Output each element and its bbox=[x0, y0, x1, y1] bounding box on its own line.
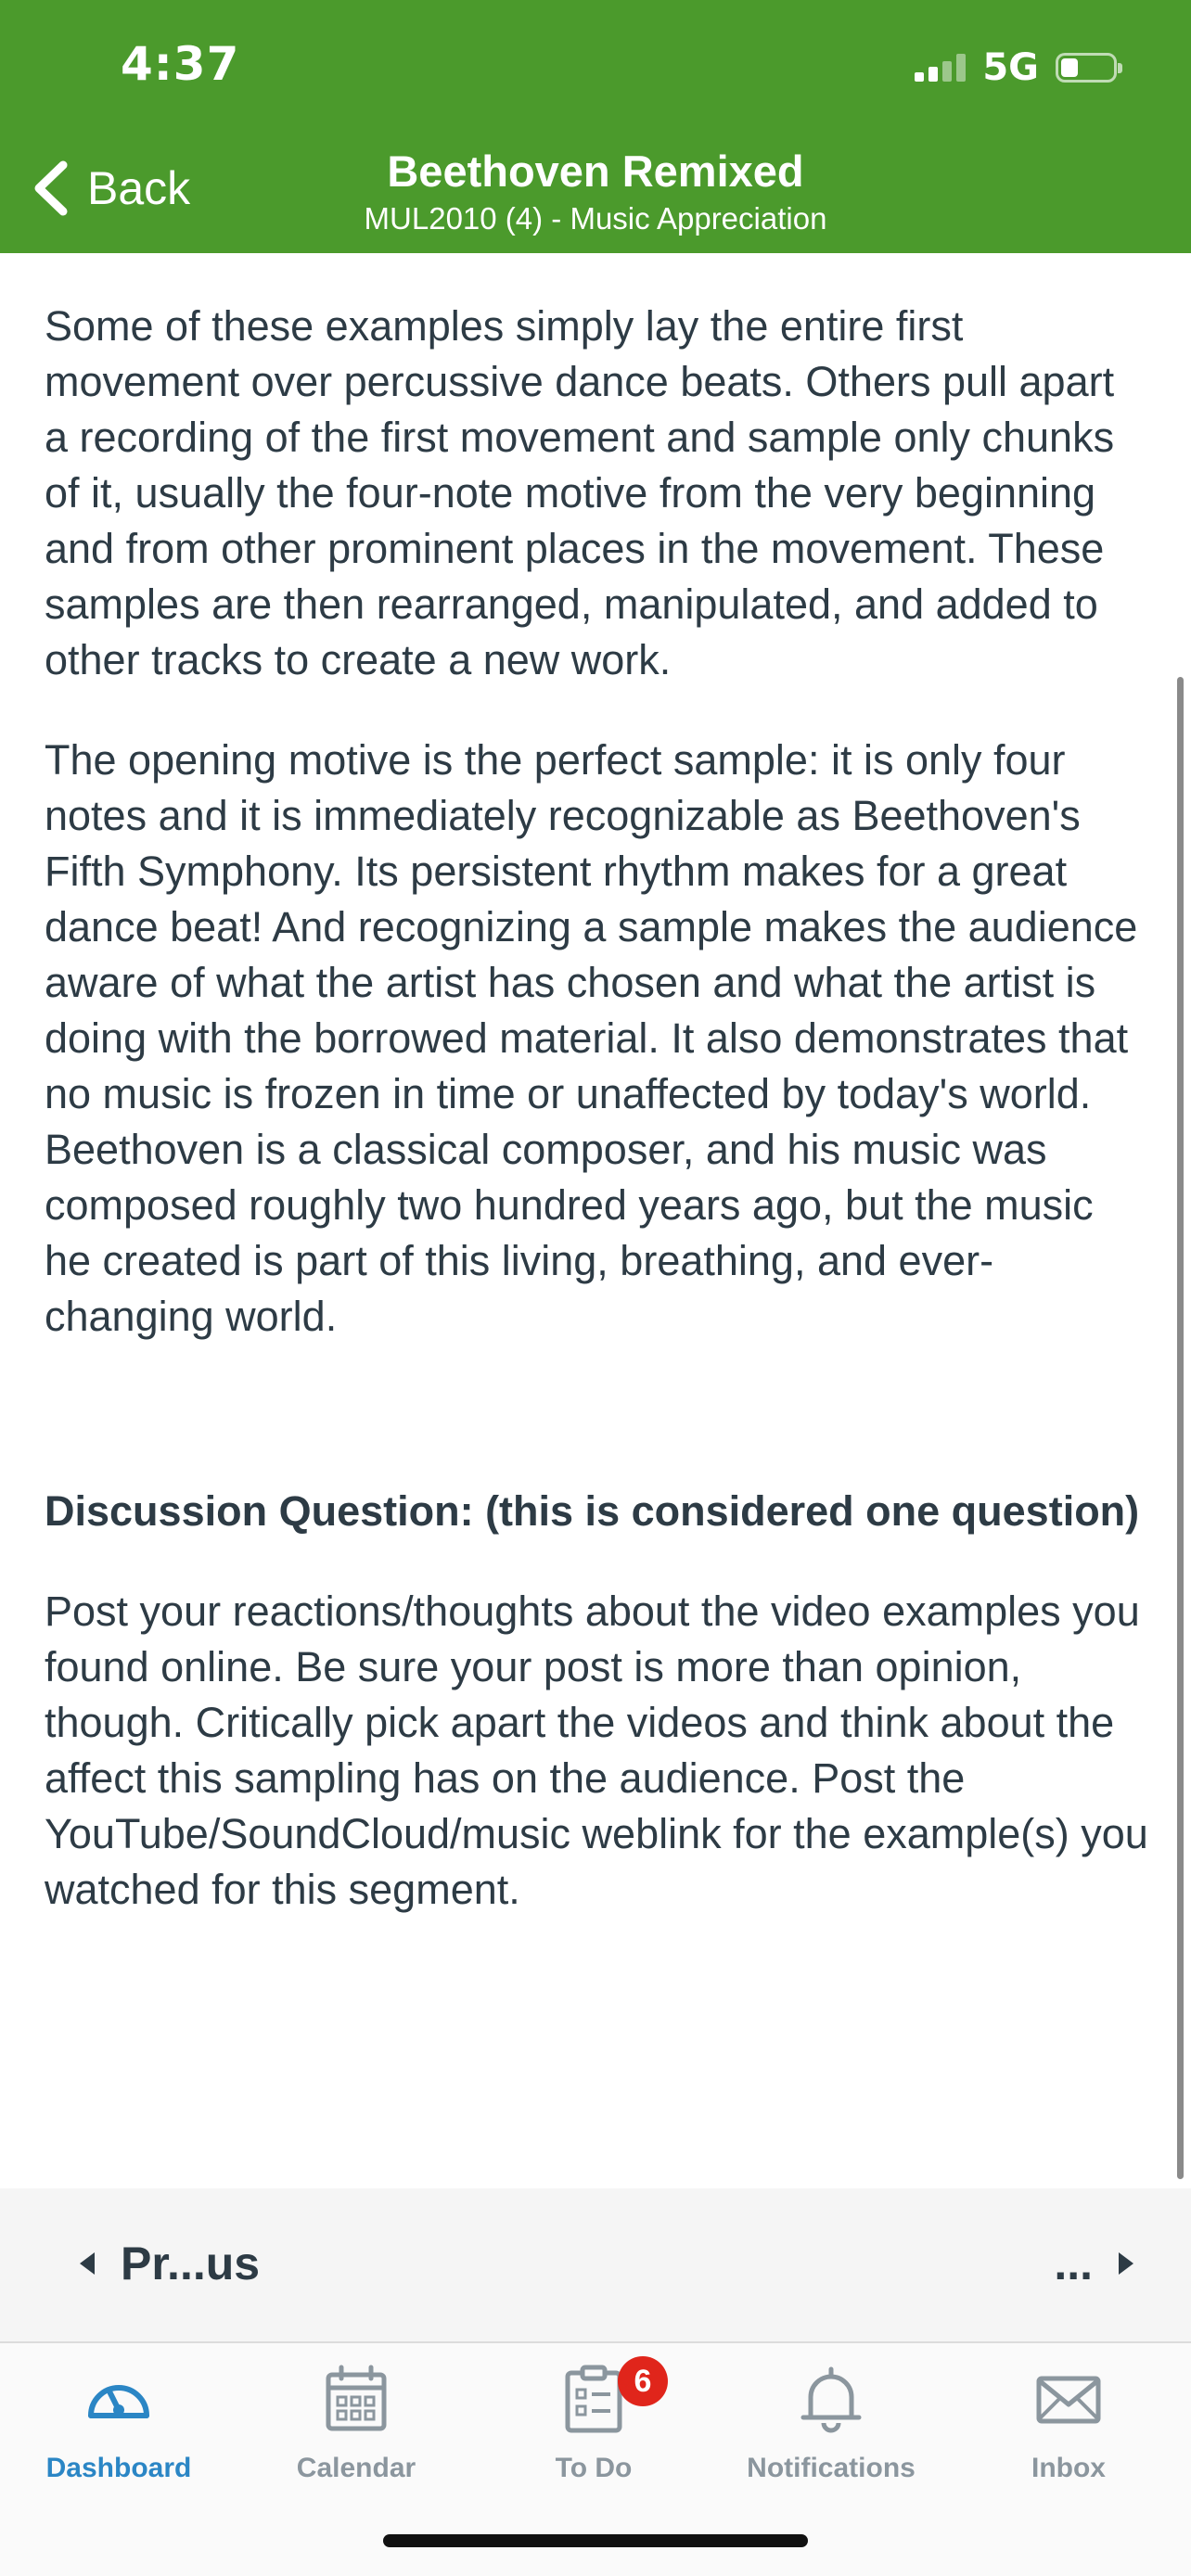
chevron-left-icon bbox=[34, 160, 68, 216]
next-label: ... bbox=[1054, 2238, 1093, 2289]
app-header: 4:37 5G Back Beethoven Remixed MUL2010 (… bbox=[0, 0, 1191, 253]
previous-button[interactable]: Pr...us bbox=[78, 2237, 260, 2290]
todo-badge: 6 bbox=[618, 2356, 668, 2406]
page-subtitle: MUL2010 (4) - Music Appreciation bbox=[364, 201, 827, 236]
status-time: 4:37 bbox=[121, 37, 240, 91]
content-paragraph: Some of these examples simply lay the en… bbox=[45, 302, 1115, 683]
battery-icon bbox=[1056, 53, 1122, 83]
network-type: 5G bbox=[982, 46, 1039, 89]
dashboard-icon bbox=[88, 2385, 149, 2418]
tab-label: To Do bbox=[555, 2453, 633, 2483]
caret-left-icon bbox=[80, 2252, 95, 2275]
module-pager: Pr...us ... bbox=[0, 2188, 1191, 2343]
tab-calendar[interactable]: Calendar bbox=[237, 2362, 475, 2484]
discussion-heading: Discussion Question: (this is considered… bbox=[45, 1487, 1140, 1535]
calendar-icon bbox=[326, 2365, 387, 2431]
status-indicators: 5G bbox=[915, 45, 1122, 91]
tab-label: Dashboard bbox=[45, 2453, 192, 2483]
next-button[interactable]: ... bbox=[1054, 2237, 1135, 2290]
tab-notifications[interactable]: Notifications bbox=[712, 2362, 950, 2484]
page-title: Beethoven Remixed bbox=[387, 147, 804, 196]
page-content: Some of these examples simply lay the en… bbox=[45, 299, 1148, 1918]
caret-right-icon bbox=[1119, 2252, 1133, 2275]
tab-todo[interactable]: 6 To Do bbox=[475, 2356, 712, 2484]
scrollbar[interactable] bbox=[1177, 677, 1184, 2179]
content-paragraph: Post your reactions/thoughts about the v… bbox=[45, 1588, 1148, 1913]
tab-dashboard[interactable]: Dashboard bbox=[0, 2362, 237, 2484]
tab-inbox[interactable]: Inbox bbox=[950, 2362, 1187, 2484]
tab-label: Calendar bbox=[296, 2453, 416, 2483]
content-paragraph: The opening motive is the perfect sample… bbox=[45, 736, 1138, 1340]
tab-label: Notifications bbox=[747, 2453, 916, 2483]
mail-icon bbox=[1036, 2376, 1101, 2424]
back-label: Back bbox=[87, 162, 191, 214]
bell-icon bbox=[800, 2366, 862, 2433]
signal-icon bbox=[915, 54, 967, 82]
header-title-group: Beethoven Remixed MUL2010 (4) - Music Ap… bbox=[260, 144, 931, 238]
tab-label: Inbox bbox=[1031, 2453, 1106, 2483]
previous-label: Pr...us bbox=[121, 2238, 261, 2289]
back-button[interactable]: Back bbox=[32, 159, 190, 217]
home-indicator[interactable] bbox=[383, 2534, 808, 2547]
